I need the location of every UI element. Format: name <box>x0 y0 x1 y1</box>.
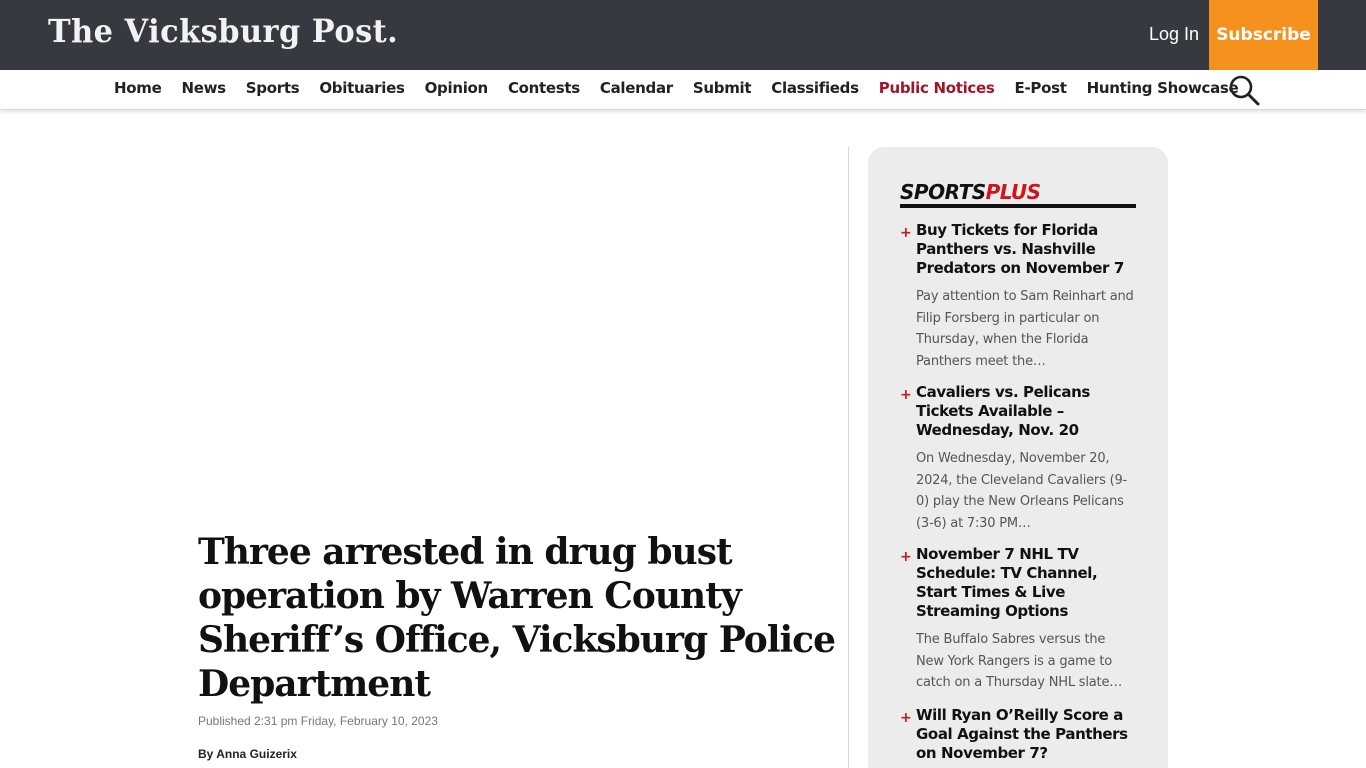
nav-news[interactable]: News <box>181 79 226 97</box>
main-nav: Home News Sports Obituaries Opinion Cont… <box>114 79 1258 97</box>
login-link[interactable]: Log In <box>1149 24 1199 45</box>
plus-icon: + <box>900 225 912 241</box>
sidebar-story-link[interactable]: Cavaliers vs. Pelicans Tickets Available… <box>900 383 1136 440</box>
sidebar-title-rule <box>900 204 1136 208</box>
site-logo[interactable]: The Vicksburg Post. <box>48 12 398 50</box>
sidebar-story-headline: Buy Tickets for Florida Panthers vs. Nas… <box>916 221 1124 277</box>
nav-sports[interactable]: Sports <box>246 79 300 97</box>
sidebar-story-link[interactable]: Buy Tickets for Florida Panthers vs. Nas… <box>900 221 1136 278</box>
byline-prefix: By <box>198 747 214 761</box>
sidebar-title: SPORTSPLUS <box>900 180 1041 204</box>
sidebar-story-headline: November 7 NHL TV Schedule: TV Channel, … <box>916 545 1098 620</box>
nav-home[interactable]: Home <box>114 79 162 97</box>
sidebar-story-link[interactable]: November 7 NHL TV Schedule: TV Channel, … <box>900 545 1136 621</box>
top-bar: The Vicksburg Post. Log In Subscribe <box>0 0 1366 70</box>
sidebar-story-summary: On Wednesday, November 20, 2024, the Cle… <box>916 451 1128 531</box>
main-nav-bar: Home News Sports Obituaries Opinion Cont… <box>0 70 1366 110</box>
nav-e-post[interactable]: E-Post <box>1015 79 1067 97</box>
nav-calendar[interactable]: Calendar <box>600 79 673 97</box>
nav-contests[interactable]: Contests <box>508 79 580 97</box>
publish-date: Published 2:31 pm Friday, February 10, 2… <box>198 714 438 728</box>
column-divider <box>848 147 849 768</box>
nav-public-notices[interactable]: Public Notices <box>879 79 995 97</box>
list-item: + Buy Tickets for Florida Panthers vs. N… <box>900 221 1136 372</box>
subscribe-button[interactable]: Subscribe <box>1209 0 1318 70</box>
list-item: + November 7 NHL TV Schedule: TV Channel… <box>900 545 1136 694</box>
sidebar-story-summary: Pay attention to Sam Reinhart and Filip … <box>916 289 1134 369</box>
list-item: + Cavaliers vs. Pelicans Tickets Availab… <box>900 383 1136 534</box>
nav-hunting-showcase[interactable]: Hunting Showcase <box>1087 79 1239 97</box>
sidebar-story-summary: The Buffalo Sabres versus the New York R… <box>916 632 1123 690</box>
nav-opinion[interactable]: Opinion <box>425 79 489 97</box>
nav-classifieds[interactable]: Classifieds <box>771 79 859 97</box>
nav-submit[interactable]: Submit <box>693 79 752 97</box>
nav-obituaries[interactable]: Obituaries <box>319 79 405 97</box>
sidebar-story-link[interactable]: Will Ryan O’Reilly Score a Goal Against … <box>900 706 1136 763</box>
plus-icon: + <box>900 549 912 565</box>
sidebar-story-headline: Cavaliers vs. Pelicans Tickets Available… <box>916 383 1090 439</box>
sports-plus-sidebar: SPORTSPLUS + Buy Tickets for Florida Pan… <box>868 147 1168 768</box>
article-headline: Three arrested in drug bust operation by… <box>198 531 836 705</box>
author-link[interactable]: Anna Guizerix <box>216 747 297 761</box>
list-item: + Will Ryan O’Reilly Score a Goal Agains… <box>900 706 1136 763</box>
byline: By Anna Guizerix <box>198 747 297 761</box>
plus-icon: + <box>900 710 912 726</box>
sidebar-title-plus: PLUS <box>985 180 1041 204</box>
sidebar-story-headline: Will Ryan O’Reilly Score a Goal Against … <box>916 706 1128 762</box>
sidebar-title-sports: SPORTS <box>900 180 986 204</box>
plus-icon: + <box>900 387 912 403</box>
search-icon[interactable] <box>1228 74 1260 106</box>
